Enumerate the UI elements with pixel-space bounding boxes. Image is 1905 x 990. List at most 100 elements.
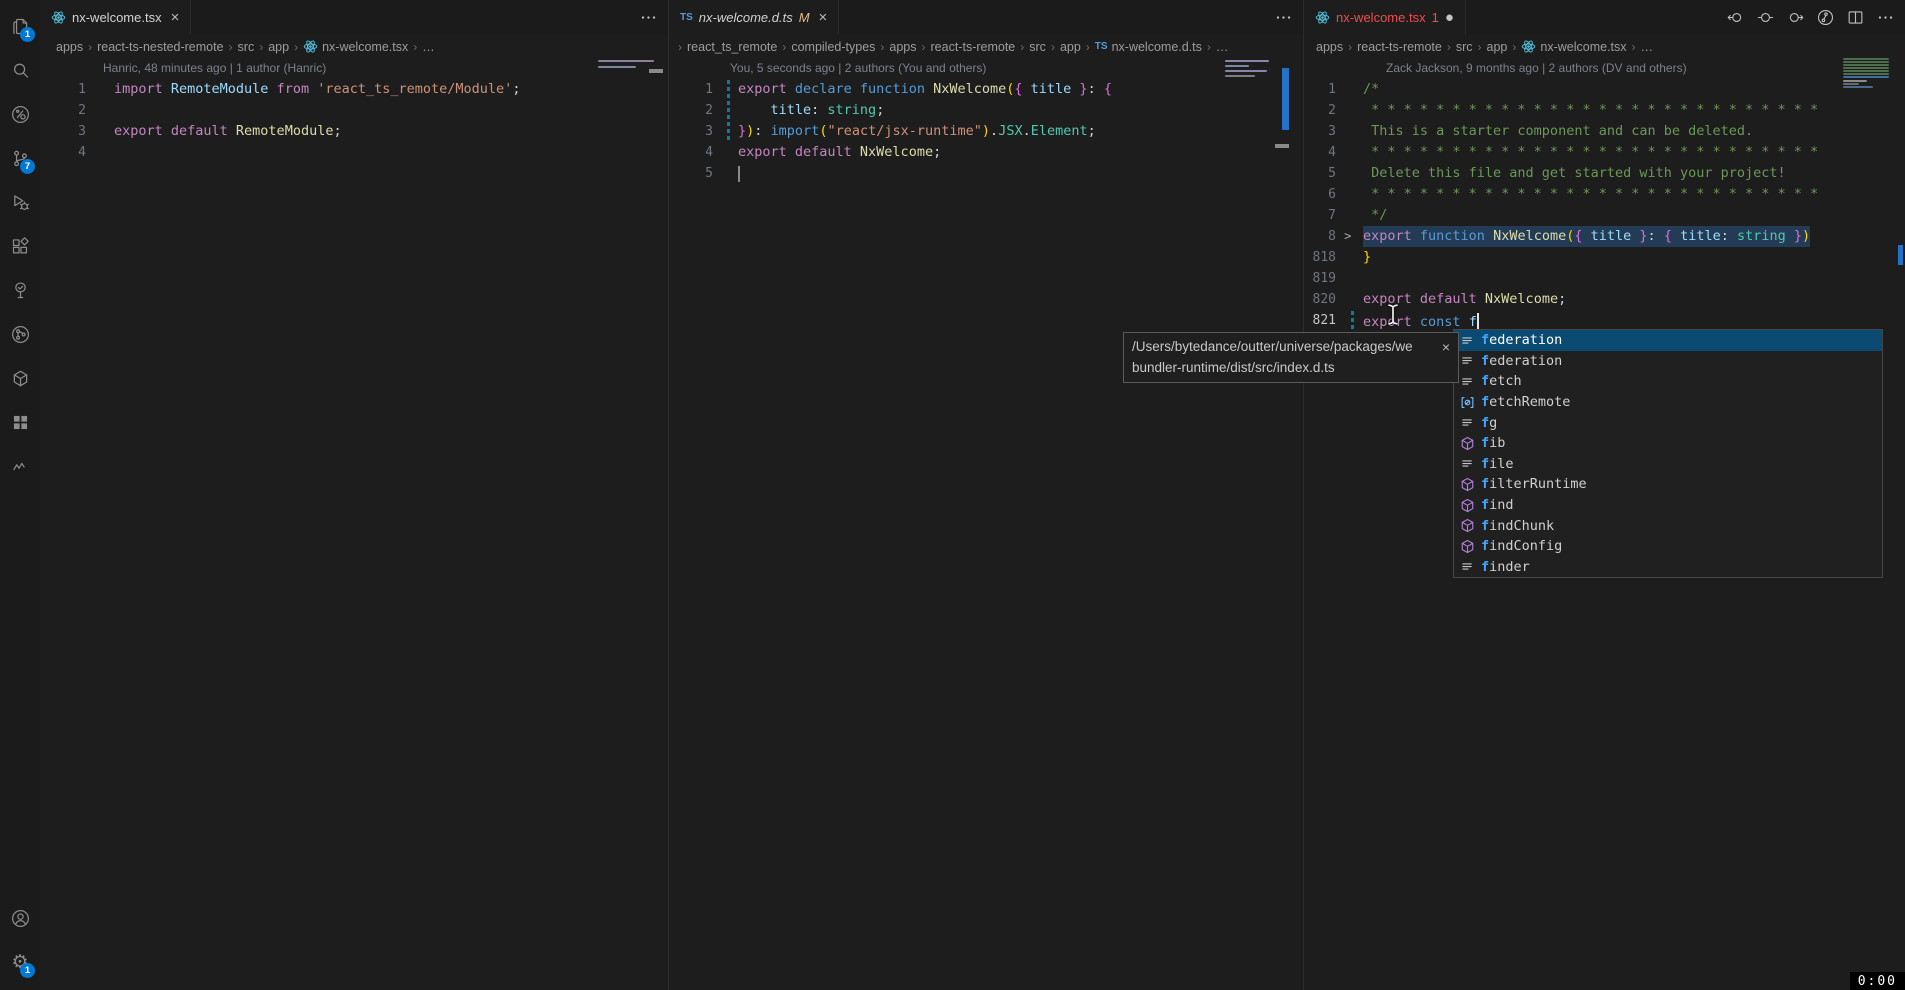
code-line[interactable]: 819 [1304, 268, 1905, 289]
line-number: 3 [669, 121, 713, 142]
code-line[interactable]: 1/* [1304, 79, 1905, 100]
breadcrumb-item[interactable]: apps [56, 40, 83, 54]
code-line[interactable]: 4export default NxWelcome; [669, 142, 1303, 163]
suggestion-item[interactable]: fetch [1454, 371, 1882, 392]
suggestion-item[interactable]: filterRuntime [1454, 474, 1882, 495]
breadcrumb-item[interactable]: apps [889, 40, 916, 54]
breadcrumb-item[interactable]: src [238, 40, 255, 54]
breadcrumb-item[interactable]: app [1060, 40, 1081, 54]
breadcrumb-item[interactable]: apps [1316, 40, 1343, 54]
code-line[interactable]: 3 This is a starter component and can be… [1304, 121, 1905, 142]
activitybar-account-icon[interactable] [0, 896, 40, 940]
recording-timer: 0:00 [1850, 972, 1905, 990]
line-number: 1 [669, 79, 713, 100]
breadcrumb-separator: › [1478, 40, 1482, 54]
code-editor-1[interactable]: Hanric, 48 minutes ago | 1 author (Hanri… [40, 58, 668, 990]
breadcrumb-item[interactable]: … [422, 40, 435, 54]
breadcrumb-3: apps›react-ts-remote›src›app›nx-welcome.… [1304, 35, 1905, 58]
activitybar-container-icon[interactable] [0, 356, 40, 400]
breadcrumb-item[interactable]: app [268, 40, 289, 54]
activitybar-source-control-icon[interactable]: 7 [0, 136, 40, 180]
code-line[interactable]: 3export default RemoteModule; [40, 121, 668, 142]
activitybar-gitlens-icon[interactable] [0, 92, 40, 136]
breadcrumb-item[interactable]: src [1029, 40, 1046, 54]
code-line[interactable]: 4 * * * * * * * * * * * * * * * * * * * … [1304, 142, 1905, 163]
breadcrumb-item[interactable]: … [1216, 40, 1229, 54]
breadcrumb-item[interactable]: react-ts-nested-remote [97, 40, 223, 54]
activitybar-todo-tree-icon[interactable] [0, 268, 40, 312]
fold-chevron-icon[interactable]: > [1344, 226, 1351, 247]
code-line[interactable]: 6 * * * * * * * * * * * * * * * * * * * … [1304, 184, 1905, 205]
close-icon[interactable]: × [1442, 339, 1450, 355]
tab-dirty-dot-icon[interactable]: ● [1445, 10, 1454, 25]
gutter-marker [1336, 268, 1363, 289]
code-line[interactable]: 5 Delete this file and get started with … [1304, 163, 1905, 184]
breadcrumb-separator: › [1086, 40, 1090, 54]
activitybar-search-icon[interactable] [0, 48, 40, 92]
tab-git-status: M [799, 10, 810, 25]
gutter-marker [1336, 184, 1363, 205]
tab-nx-welcome-dts[interactable]: TSnx-welcome.d.tsM× [669, 0, 839, 35]
activitybar-extensions-icon[interactable] [0, 224, 40, 268]
more-icon[interactable] [1875, 8, 1895, 28]
suggestion-item[interactable]: fetchRemote [1454, 392, 1882, 413]
breadcrumb-item[interactable]: nx-welcome.tsx [1521, 39, 1626, 54]
breadcrumb-item[interactable]: … [1641, 40, 1654, 54]
suggestion-item[interactable]: fg [1454, 412, 1882, 433]
suggestion-item[interactable]: federation [1454, 351, 1882, 372]
breadcrumb-item[interactable]: TSnx-welcome.d.ts [1095, 40, 1202, 54]
code-line[interactable]: 5 [669, 163, 1303, 184]
breadcrumb-item[interactable]: react_ts_remote [687, 40, 777, 54]
breadcrumb-item[interactable]: src [1456, 40, 1473, 54]
code-line[interactable]: 8>export function NxWelcome({ title }: {… [1304, 226, 1905, 247]
line-number: 8 [1304, 226, 1336, 247]
split-editor-icon[interactable] [1845, 8, 1865, 28]
breadcrumb-item[interactable]: react-ts-remote [1357, 40, 1442, 54]
suggestion-item[interactable]: findConfig [1454, 536, 1882, 557]
code-line[interactable]: 818} [1304, 247, 1905, 268]
activitybar-git-graph-icon[interactable] [0, 312, 40, 356]
suggest-details-popup: /Users/bytedance/outter/universe/package… [1123, 332, 1459, 383]
suggestion-item[interactable]: finder [1454, 557, 1882, 578]
code-line[interactable]: 1export declare function NxWelcome({ tit… [669, 79, 1303, 100]
activitybar-wave-icon[interactable] [0, 444, 40, 488]
tab-nx-welcome-tsx-remote[interactable]: nx-welcome.tsx1● [1304, 0, 1466, 35]
suggestion-item[interactable]: findChunk [1454, 515, 1882, 536]
suggestion-label: federation [1481, 353, 1562, 369]
activitybar-explorer-icon[interactable]: 1 [0, 4, 40, 48]
more-icon[interactable] [1273, 8, 1293, 28]
gutter-marker [713, 100, 738, 121]
breadcrumb-item[interactable]: nx-welcome.tsx [303, 39, 408, 54]
code-lines-2: 1export declare function NxWelcome({ tit… [669, 79, 1303, 184]
breadcrumb-separator: › [88, 40, 92, 54]
more-icon[interactable] [638, 8, 658, 28]
breadcrumb-item[interactable]: react-ts-remote [931, 40, 1016, 54]
activitybar-run-and-debug-icon[interactable] [0, 180, 40, 224]
next-change-icon[interactable] [1785, 8, 1805, 28]
tab-nx-welcome-tsx-nested[interactable]: nx-welcome.tsx× [40, 0, 191, 35]
tab-close-icon[interactable]: × [171, 9, 180, 26]
git-blame-annotation: You, 5 seconds ago | 2 authors (You and … [669, 58, 1303, 79]
code-line[interactable]: 4 [40, 142, 668, 163]
tab-close-icon[interactable]: × [819, 9, 828, 26]
breadcrumb-item[interactable]: app [1487, 40, 1508, 54]
activitybar-settings-icon[interactable]: ⚙1 [0, 940, 40, 984]
code-line[interactable]: 7 */ [1304, 205, 1905, 226]
suggestion-item[interactable]: file [1454, 454, 1882, 475]
open-changes-icon[interactable] [1815, 8, 1835, 28]
code-line[interactable]: 1import RemoteModule from 'react_ts_remo… [40, 79, 668, 100]
compare-changes-icon[interactable] [1755, 8, 1775, 28]
activitybar-grid-icon[interactable] [0, 400, 40, 444]
breadcrumb-item[interactable]: compiled-types [791, 40, 875, 54]
code-line[interactable]: 2 * * * * * * * * * * * * * * * * * * * … [1304, 100, 1905, 121]
suggestion-item[interactable]: fib [1454, 433, 1882, 454]
prev-change-icon[interactable] [1725, 8, 1745, 28]
code-line[interactable]: 3}): import("react/jsx-runtime").JSX.Ele… [669, 121, 1303, 142]
gutter-marker [86, 142, 114, 163]
code-editor-2[interactable]: You, 5 seconds ago | 2 authors (You and … [669, 58, 1303, 990]
suggestion-item[interactable]: federation [1454, 330, 1882, 351]
suggestion-item[interactable]: find [1454, 495, 1882, 516]
editor-actions-3 [1725, 8, 1895, 28]
code-line[interactable]: 2 [40, 100, 668, 121]
code-line[interactable]: 2 title: string; [669, 100, 1303, 121]
